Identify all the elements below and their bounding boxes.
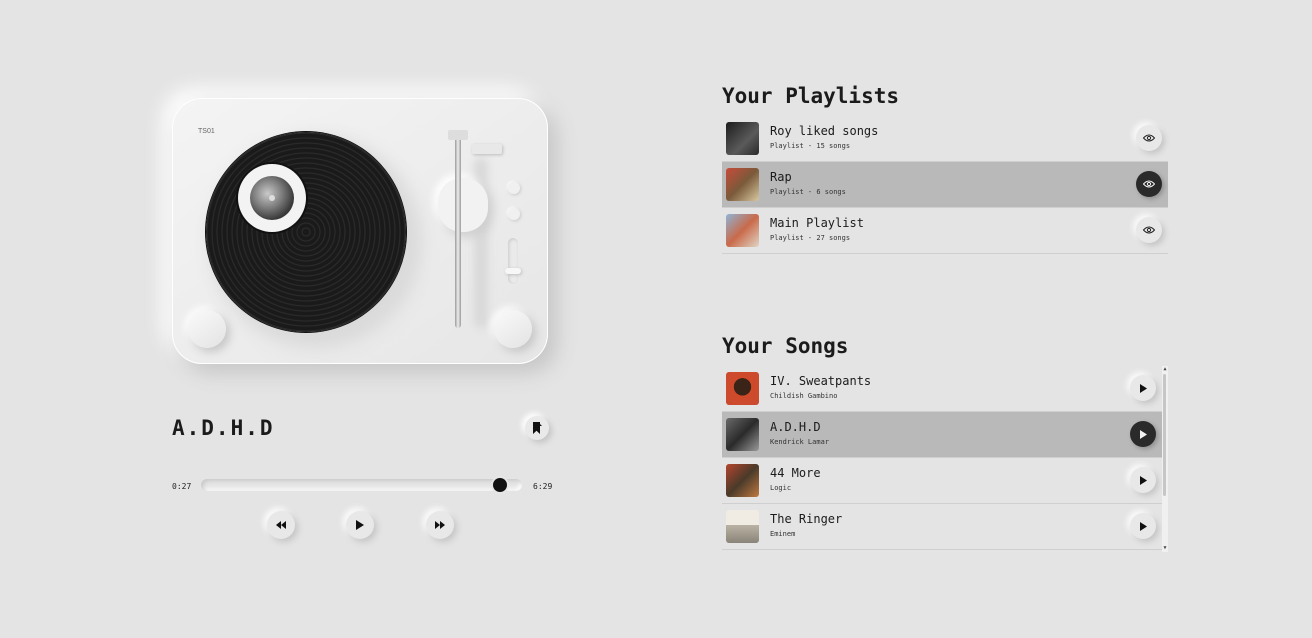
song-cover — [726, 418, 759, 451]
playlist-cover — [726, 214, 759, 247]
progress-fill — [201, 479, 500, 491]
playlist-list: Roy liked songs Playlist - 15 songs Rap … — [722, 116, 1168, 254]
eye-icon — [1143, 180, 1155, 188]
songs-heading: Your Songs — [722, 334, 849, 358]
bookmark-icon — [532, 422, 542, 434]
tonearm-counterweight — [472, 144, 502, 154]
view-playlist-button[interactable] — [1136, 217, 1162, 243]
tonearm-head — [448, 130, 468, 140]
eye-icon — [1143, 226, 1155, 234]
scroll-up-icon[interactable]: ▲ — [1162, 366, 1168, 372]
play-icon — [1139, 429, 1147, 439]
song-row[interactable]: 44 More Logic — [722, 458, 1162, 504]
pitch-slider[interactable] — [508, 238, 518, 284]
fast-forward-icon — [435, 521, 445, 529]
tone-knob[interactable] — [494, 310, 532, 348]
scroll-down-icon[interactable]: ▼ — [1162, 545, 1168, 551]
play-song-button[interactable] — [1130, 513, 1156, 539]
song-list[interactable]: IV. Sweatpants Childish Gambino A.D.H.D … — [722, 366, 1168, 552]
play-icon — [1139, 475, 1147, 485]
playlist-name: Main Playlist — [770, 216, 864, 230]
play-song-button[interactable] — [1130, 421, 1156, 447]
song-artist: Eminem — [770, 530, 796, 538]
song-cover — [726, 464, 759, 497]
view-playlist-button[interactable] — [1136, 171, 1162, 197]
vinyl-record — [206, 132, 406, 332]
bookmark-button[interactable] — [525, 416, 549, 440]
eye-icon — [1143, 134, 1155, 142]
play-icon — [356, 520, 364, 530]
song-cover — [726, 510, 759, 543]
view-playlist-button[interactable] — [1136, 125, 1162, 151]
song-row[interactable]: A.D.H.D Kendrick Lamar — [722, 412, 1162, 458]
previous-button[interactable] — [267, 511, 295, 539]
playlist-row[interactable]: Main Playlist Playlist - 27 songs — [722, 208, 1168, 254]
pitch-slider-knob[interactable] — [505, 268, 521, 274]
play-song-button[interactable] — [1130, 467, 1156, 493]
progress-bar[interactable] — [201, 478, 522, 492]
song-title: A.D.H.D — [770, 420, 821, 434]
turntable-model-label: TS01 — [198, 128, 215, 135]
playlist-cover — [726, 168, 759, 201]
song-cover — [726, 372, 759, 405]
now-playing-title: A.D.H.D — [172, 416, 275, 440]
volume-knob[interactable] — [188, 310, 226, 348]
song-title: The Ringer — [770, 512, 843, 526]
playlist-meta: Playlist - 6 songs — [770, 188, 846, 196]
song-artist: Kendrick Lamar — [770, 438, 830, 446]
play-song-button[interactable] — [1130, 375, 1156, 401]
rewind-icon — [276, 521, 286, 529]
play-icon — [1139, 383, 1147, 393]
song-title: 44 More — [770, 466, 821, 480]
speed-33-button[interactable] — [508, 182, 520, 194]
playlist-cover — [726, 122, 759, 155]
play-button[interactable] — [346, 511, 374, 539]
speed-45-button[interactable] — [508, 208, 520, 220]
playlist-row[interactable]: Rap Playlist - 6 songs — [722, 162, 1168, 208]
playlists-heading: Your Playlists — [722, 84, 900, 108]
turntable: TS01 — [172, 98, 548, 364]
song-artist: Childish Gambino — [770, 392, 838, 400]
next-button[interactable] — [426, 511, 454, 539]
playlist-name: Roy liked songs — [770, 124, 879, 138]
playlist-meta: Playlist - 15 songs — [770, 142, 851, 150]
playlist-row[interactable]: Roy liked songs Playlist - 15 songs — [722, 116, 1168, 162]
record-spindle — [269, 195, 275, 201]
song-title: IV. Sweatpants — [770, 374, 872, 388]
song-row[interactable]: IV. Sweatpants Childish Gambino — [722, 366, 1162, 412]
song-row[interactable]: The Ringer Eminem — [722, 504, 1162, 550]
song-list-scroll-thumb[interactable] — [1163, 374, 1166, 496]
tonearm — [455, 134, 461, 328]
playlist-meta: Playlist - 27 songs — [770, 234, 851, 242]
elapsed-time: 0:27 — [172, 482, 192, 491]
playlist-name: Rap — [770, 170, 792, 184]
progress-thumb[interactable] — [492, 478, 507, 492]
total-time: 6:29 — [533, 482, 553, 491]
play-icon — [1139, 521, 1147, 531]
tonearm-base — [438, 178, 488, 232]
song-artist: Logic — [770, 484, 792, 492]
